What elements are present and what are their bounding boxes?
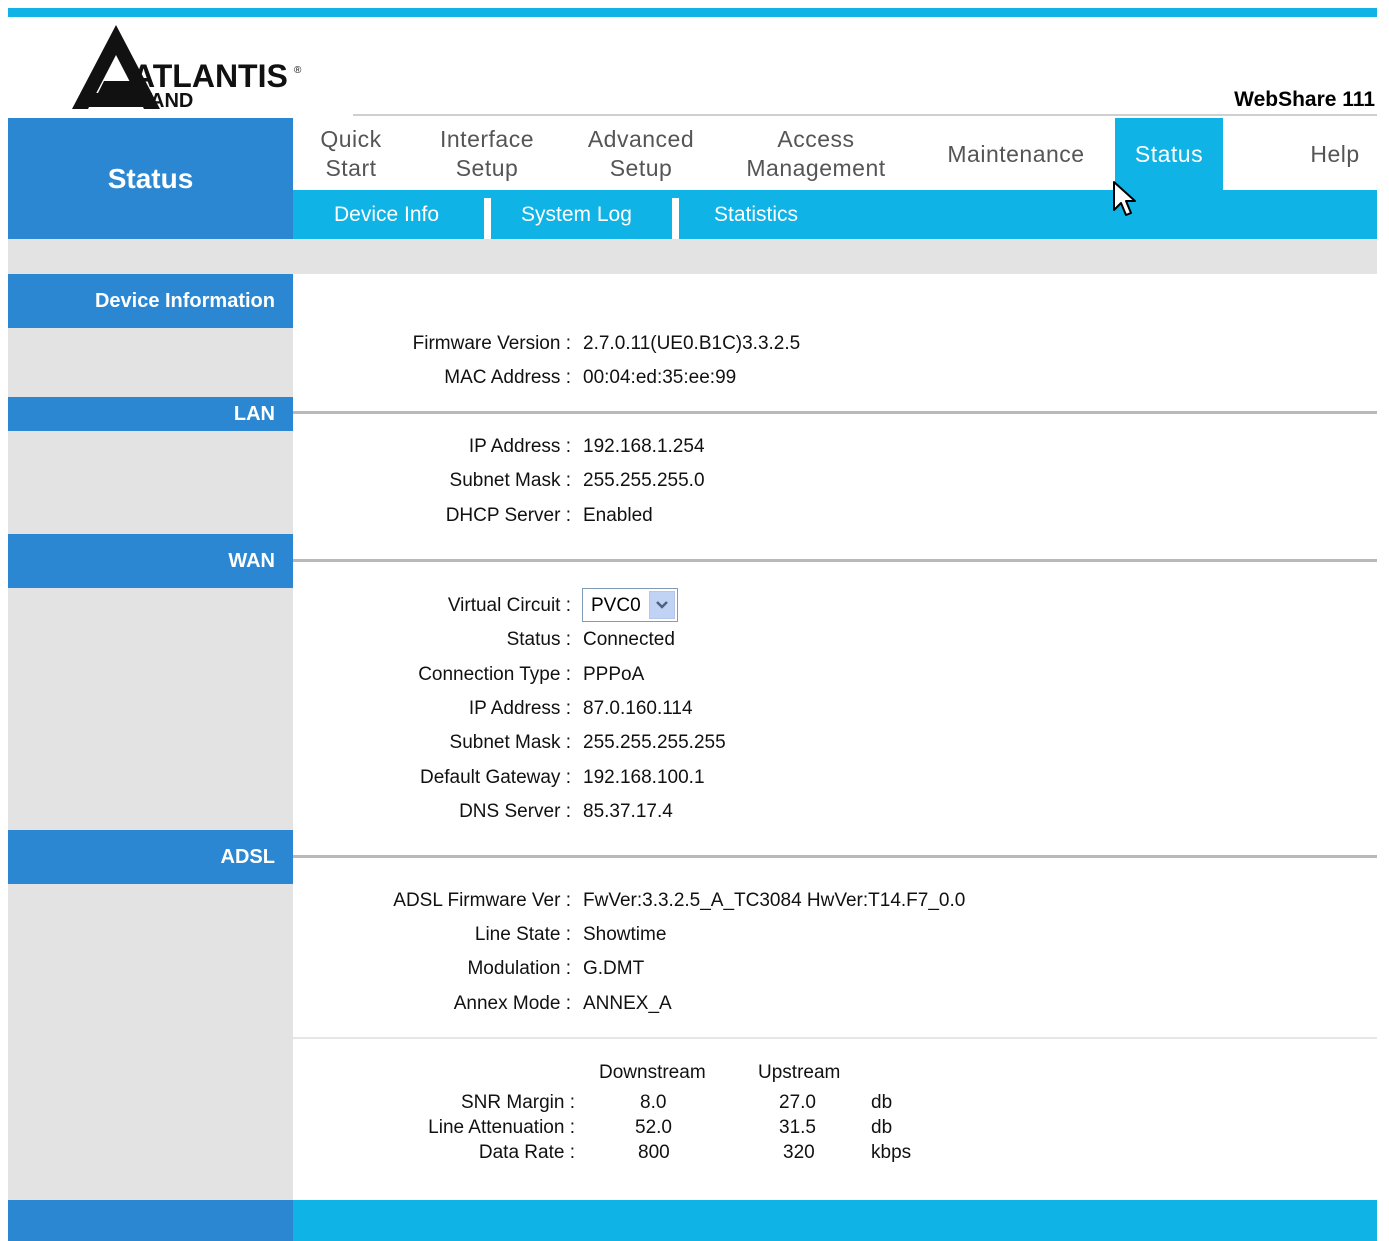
- svg-text:®: ®: [294, 65, 302, 76]
- section-divider: [293, 1037, 1377, 1039]
- gateway-label: Default Gateway :: [419, 767, 571, 788]
- data-rate-up: 320: [783, 1142, 815, 1163]
- section-divider: [293, 559, 1377, 562]
- header-divider: [353, 114, 1377, 116]
- model-name: WebShare 111: [1234, 88, 1375, 111]
- firmware-value: 2.7.0.11(UE0.B1C)3.3.2.5: [583, 333, 801, 354]
- lan-ip-label: IP Address :: [468, 436, 571, 457]
- nav-maintenance[interactable]: Maintenance: [928, 118, 1104, 190]
- attenuation-up: 31.5: [779, 1117, 816, 1138]
- svg-text:ATLANTIS: ATLANTIS: [132, 58, 288, 94]
- lan-mask-value: 255.255.255.0: [583, 470, 705, 491]
- lan-ip-value: 192.168.1.254: [583, 436, 705, 457]
- wan-status-value: Connected: [583, 629, 675, 650]
- snr-unit: db: [871, 1092, 893, 1113]
- dhcp-label: DHCP Server :: [445, 505, 571, 526]
- content-top-strip: [8, 239, 1377, 274]
- nav-access-management[interactable]: Access Management: [730, 118, 902, 190]
- modulation-value: G.DMT: [583, 958, 645, 979]
- snr-label: SNR Margin :: [460, 1092, 575, 1113]
- data-rate-label: Data Rate :: [478, 1142, 575, 1163]
- mouse-pointer-icon: [1112, 180, 1138, 225]
- section-adsl: ADSL: [8, 830, 293, 884]
- nav-advanced-setup[interactable]: Advanced Setup: [570, 118, 712, 190]
- dns-label: DNS Server :: [459, 801, 571, 822]
- section-lan: LAN: [8, 397, 293, 431]
- subnav-statistics[interactable]: Statistics: [714, 190, 798, 239]
- page-title: Status: [107, 162, 194, 194]
- subnav-divider: [672, 198, 679, 239]
- nav-interface-setup[interactable]: Interface Setup: [420, 118, 554, 190]
- subnav-device-info[interactable]: Device Info: [334, 190, 439, 239]
- adsl-fw-value: FwVer:3.3.2.5_A_TC3084 HwVer:T14.F7_0.0: [583, 890, 966, 911]
- section-divider: [293, 855, 1377, 858]
- attenuation-down: 52.0: [635, 1117, 672, 1138]
- snr-down: 8.0: [640, 1092, 667, 1113]
- virtual-circuit-select[interactable]: PVC0: [582, 588, 678, 622]
- stats-header-downstream: Downstream: [599, 1062, 706, 1083]
- annex-label: Annex Mode :: [453, 993, 571, 1014]
- atlantis-logo-icon: ATLANTIS AND ®: [72, 25, 302, 112]
- conn-type-label: Connection Type :: [418, 664, 571, 685]
- data-rate-down: 800: [638, 1142, 670, 1163]
- section-divider: [293, 411, 1377, 414]
- mac-label: MAC Address :: [444, 367, 571, 388]
- nav-quick-start[interactable]: Quick Start: [300, 118, 402, 190]
- line-state-label: Line State :: [474, 924, 571, 945]
- gateway-value: 192.168.100.1: [583, 767, 705, 788]
- attenuation-label: Line Attenuation :: [428, 1117, 575, 1138]
- dns-value: 85.37.17.4: [583, 801, 673, 822]
- wan-ip-label: IP Address :: [468, 698, 571, 719]
- section-device-information: Device Information: [8, 274, 293, 328]
- logo: ATLANTIS AND ®: [8, 17, 353, 117]
- dhcp-value: Enabled: [583, 505, 653, 526]
- stats-header-upstream: Upstream: [758, 1062, 841, 1083]
- annex-value: ANNEX_A: [583, 993, 672, 1014]
- svg-text:AND: AND: [150, 90, 193, 112]
- wan-mask-label: Subnet Mask :: [449, 732, 571, 753]
- wan-status-label: Status :: [506, 629, 571, 650]
- virtual-circuit-value: PVC0: [591, 595, 641, 616]
- wan-mask-value: 255.255.255.255: [583, 732, 726, 753]
- lan-mask-label: Subnet Mask :: [449, 470, 571, 491]
- data-rate-unit: kbps: [871, 1142, 912, 1163]
- adsl-fw-label: ADSL Firmware Ver :: [393, 890, 571, 911]
- mac-value: 00:04:ed:35:ee:99: [583, 367, 737, 388]
- top-accent-bar: [8, 8, 1377, 17]
- vc-label: Virtual Circuit :: [447, 595, 571, 616]
- footer-right: [293, 1200, 1377, 1241]
- chevron-down-icon[interactable]: [649, 591, 675, 619]
- nav-help[interactable]: Help: [1290, 118, 1380, 190]
- modulation-label: Modulation :: [467, 958, 571, 979]
- section-wan: WAN: [8, 534, 293, 588]
- wan-ip-value: 87.0.160.114: [583, 698, 693, 719]
- footer-left: [8, 1200, 293, 1241]
- line-state-value: Showtime: [583, 924, 667, 945]
- sub-nav: [293, 190, 1377, 239]
- subnav-system-log[interactable]: System Log: [521, 190, 632, 239]
- attenuation-unit: db: [871, 1117, 893, 1138]
- firmware-label: Firmware Version :: [412, 333, 571, 354]
- snr-up: 27.0: [779, 1092, 816, 1113]
- subnav-divider: [484, 198, 491, 239]
- conn-type-value: PPPoA: [583, 664, 645, 685]
